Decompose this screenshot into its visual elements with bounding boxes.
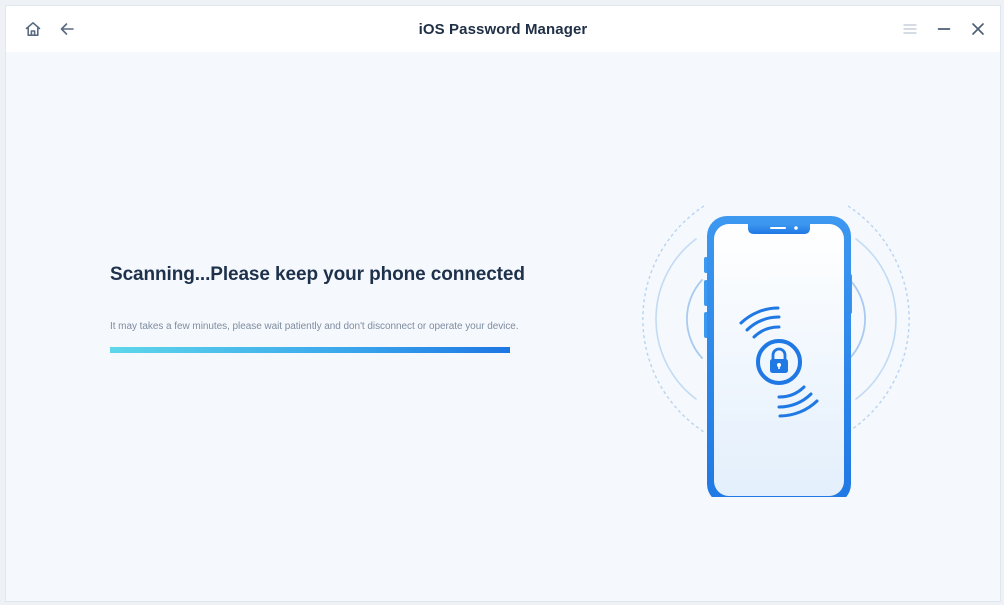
title-bar: iOS Password Manager bbox=[6, 6, 1000, 52]
close-icon[interactable] bbox=[967, 18, 989, 40]
phone-icon bbox=[642, 205, 910, 532]
scan-progress-fill bbox=[110, 347, 510, 353]
scan-panel: Scanning...Please keep your phone connec… bbox=[6, 52, 1000, 601]
app-window: iOS Password Manager Scanning...Please k… bbox=[5, 5, 1001, 602]
hamburger-menu-icon[interactable] bbox=[899, 18, 921, 40]
phone-illustration bbox=[626, 162, 926, 532]
scan-progress-bar bbox=[110, 347, 510, 353]
minimize-icon[interactable] bbox=[933, 18, 955, 40]
scan-subtext: It may takes a few minutes, please wait … bbox=[110, 321, 519, 332]
window-title: iOS Password Manager bbox=[418, 21, 588, 38]
scan-headline: Scanning...Please keep your phone connec… bbox=[110, 264, 525, 285]
